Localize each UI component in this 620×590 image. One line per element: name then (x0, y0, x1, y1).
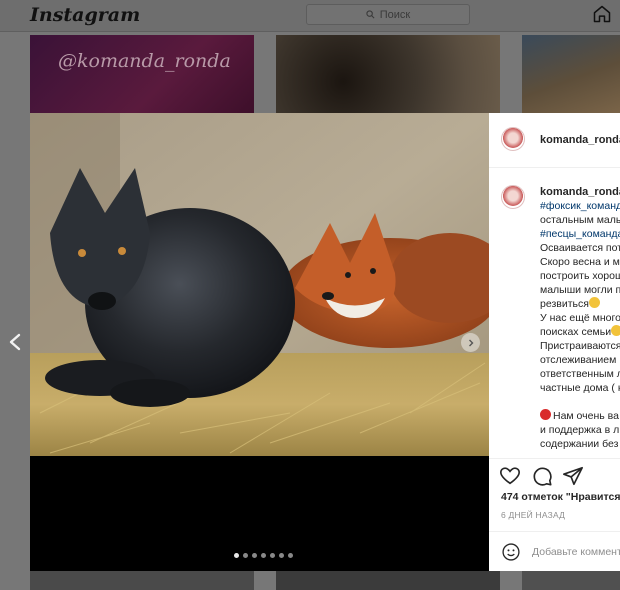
post-header: komanda_ronda (489, 113, 620, 168)
grid-post-thumbnail[interactable] (30, 570, 254, 590)
smiley-emoji-icon (588, 297, 600, 308)
caption-line-text: поисках семьи (540, 326, 612, 338)
red-circle-icon (540, 409, 551, 420)
instagram-logo[interactable]: Instagram (30, 4, 140, 26)
caption-line: Нам очень ва (540, 409, 620, 423)
chevron-left-icon[interactable] (8, 333, 22, 351)
caption-line: построить хорош (540, 270, 620, 282)
share-icon[interactable] (562, 465, 584, 487)
likes-count[interactable]: 474 отметок "Нравится" (501, 491, 620, 503)
heart-icon[interactable] (499, 465, 521, 487)
grid-post-thumbnail[interactable]: @komanda_ronda (30, 35, 254, 113)
avatar[interactable] (501, 127, 525, 151)
smile-icon[interactable] (501, 542, 521, 562)
emoji-icon (611, 325, 620, 336)
post-caption: komanda_ronda #фоксик_команд остальным м… (540, 185, 620, 451)
search-box[interactable]: Поиск (306, 4, 470, 25)
caption-line: резвиться (540, 297, 620, 311)
caption-line: Скоро весна и м (540, 256, 620, 268)
grid-post-thumbnail[interactable] (276, 570, 500, 590)
caption-line (540, 395, 620, 409)
caption-hashtag[interactable]: #фоксик_команд (540, 199, 620, 213)
caption-line: поисках семьи (540, 325, 620, 339)
comment-input[interactable] (532, 544, 620, 560)
carousel-dot (234, 553, 239, 558)
search-placeholder: Поиск (379, 8, 411, 21)
search-icon (366, 10, 375, 19)
grid-post-handle-text: @komanda_ronda (58, 50, 231, 72)
grid-post-thumbnail[interactable] (522, 570, 620, 590)
grid-post-thumbnail[interactable] (276, 35, 500, 113)
grid-post-thumbnail[interactable] (522, 35, 620, 113)
caption-line: ответственным л (540, 368, 620, 380)
carousel-dot (279, 553, 284, 558)
top-navigation-bar: Instagram Поиск (0, 0, 620, 32)
post-media (30, 113, 489, 571)
carousel-dot (270, 553, 275, 558)
caption-line: малыши могли п (540, 284, 620, 296)
caption-line: Пристраиваются (540, 340, 620, 352)
carousel-dot (288, 553, 293, 558)
caption-line-text: резвиться (540, 298, 589, 310)
carousel-dot (261, 553, 266, 558)
caption-line: Осваивается пот (540, 242, 620, 254)
post-photo (30, 113, 489, 456)
caption-line: и поддержка в л (540, 424, 620, 436)
caption-line-text: Нам очень ва (553, 410, 619, 422)
caption-line: У нас ещё много (540, 312, 620, 324)
caption-line: остальным малы (540, 214, 620, 226)
caption-line: отслеживанием (540, 354, 617, 366)
post-timestamp[interactable]: 6 ДНЕЙ НАЗАД (501, 510, 565, 520)
carousel-indicator (234, 553, 293, 558)
carousel-dot (243, 553, 248, 558)
next-slide-button[interactable] (461, 333, 480, 352)
home-icon[interactable] (592, 4, 612, 24)
caption-username[interactable]: komanda_ronda (540, 186, 620, 198)
chevron-right-icon (468, 339, 473, 346)
carousel-dot (252, 553, 257, 558)
caption-hashtag[interactable]: #песцы_команда (540, 227, 620, 241)
caption-line: содержании без (540, 438, 619, 450)
comment-icon[interactable] (531, 465, 553, 487)
post-details-panel: komanda_ronda komanda_ronda #фоксик_кома… (489, 113, 620, 571)
caption-line: частные дома ( к (540, 382, 620, 394)
comment-bar (489, 531, 620, 571)
post-username[interactable]: komanda_ronda (540, 134, 620, 146)
avatar[interactable] (501, 185, 525, 209)
